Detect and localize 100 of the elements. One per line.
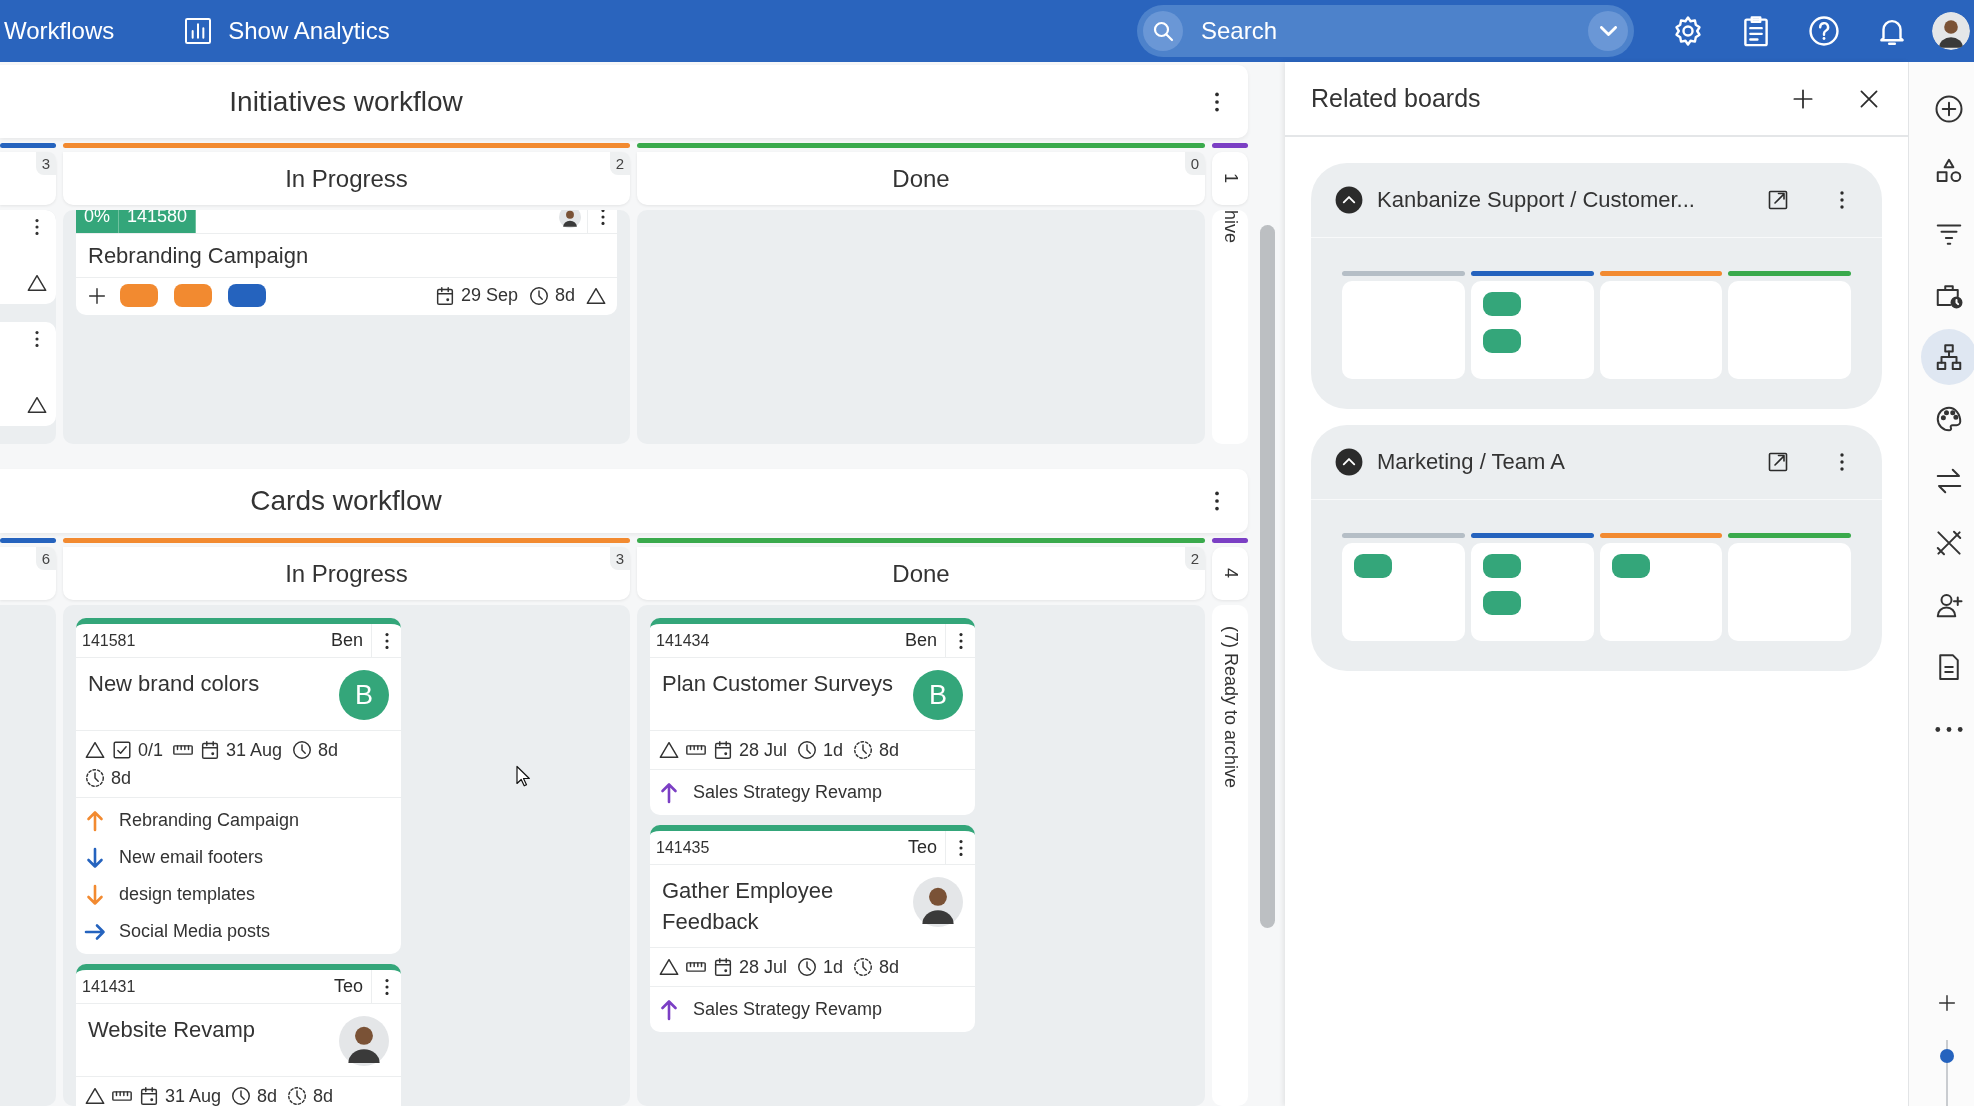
dashed-clock-icon xyxy=(84,767,106,789)
clock-icon xyxy=(527,284,550,307)
meta-text: 28 Jul xyxy=(739,739,788,761)
meta-text: 8d xyxy=(318,739,339,761)
meta-text: 8d xyxy=(257,1085,278,1106)
calendar-icon xyxy=(712,739,734,761)
collapse-icon[interactable] xyxy=(1335,448,1363,476)
task-card[interactable]: 141581 Ben New brand colors B 0/1 31 Aug 8d 8d Rebranding Campaign New email footers design templates Social Media posts xyxy=(76,618,401,954)
analytics-button[interactable]: Show Analytics xyxy=(182,15,390,47)
dashed-clock-icon xyxy=(852,956,875,978)
card-preview xyxy=(1354,554,1392,578)
card-id: 141580 xyxy=(119,210,197,233)
card-count: 0 xyxy=(1184,152,1205,175)
column-header[interactable]: 4 xyxy=(1212,547,1248,600)
progress-badge: 0% xyxy=(76,210,119,233)
card-count: 3 xyxy=(35,152,56,175)
external-link-icon[interactable] xyxy=(1766,450,1790,474)
column-header[interactable]: In Progress 2 xyxy=(63,152,630,205)
column-header[interactable]: 6 xyxy=(0,547,56,600)
linked-card-link[interactable]: New email footers xyxy=(119,847,264,868)
warning-icon xyxy=(658,739,680,761)
column-header[interactable]: Done 2 xyxy=(637,547,1205,600)
warning-icon xyxy=(84,1085,106,1106)
panel-title: Related boards xyxy=(1311,84,1481,113)
card-id: 141435 xyxy=(656,838,710,857)
card-count: 1 xyxy=(1219,173,1241,184)
workflow-title: Initiatives workflow xyxy=(228,85,464,118)
slider-thumb[interactable] xyxy=(1939,1049,1954,1063)
meta-text: 31 Aug xyxy=(226,739,283,761)
add-icon xyxy=(1933,94,1964,124)
meta-text: 8d xyxy=(313,1085,334,1106)
card-title: Website Revamp xyxy=(88,1016,256,1044)
card-preview xyxy=(1482,329,1521,353)
owner-name: Teo xyxy=(333,976,364,997)
meta-text: 8d xyxy=(879,739,900,761)
linked-card-link[interactable]: Sales Strategy Revamp xyxy=(693,999,883,1020)
card-preview xyxy=(1482,591,1521,615)
card-preview xyxy=(1482,554,1521,578)
column-title: In Progress xyxy=(285,164,408,193)
board-title[interactable]: Kanbanize Support / Customer... xyxy=(1377,187,1695,213)
card-title: Plan Customer Surveys xyxy=(662,670,894,698)
clock-icon xyxy=(796,956,819,978)
calendar-icon xyxy=(138,1085,160,1106)
column-header[interactable]: Done 0 xyxy=(637,152,1205,205)
checklist-icon xyxy=(111,739,133,761)
owner-name: Teo xyxy=(907,837,938,858)
card-preview xyxy=(1482,292,1521,316)
column-title: hive xyxy=(1219,210,1241,244)
owner-name: Ben xyxy=(904,630,938,651)
clock-icon xyxy=(796,739,819,761)
scrollbar[interactable] xyxy=(1260,225,1275,928)
avatar xyxy=(559,210,581,228)
meta-text: 1d xyxy=(823,956,844,978)
linked-card-link[interactable]: design templates xyxy=(119,884,256,905)
initiative-card[interactable]: 0% 141580 Rebranding Campaign 29 Sep 8d xyxy=(76,210,617,315)
card-id: 141431 xyxy=(82,977,136,996)
card-title: New brand colors xyxy=(88,670,260,698)
clock-icon xyxy=(230,1085,253,1106)
avatar xyxy=(339,1016,389,1066)
meta-text: 1d xyxy=(823,739,844,761)
user-avatar[interactable] xyxy=(1932,12,1970,50)
column-header[interactable]: 3 xyxy=(0,152,56,205)
column-title: Done xyxy=(892,559,950,588)
column-header[interactable]: 1 xyxy=(1212,152,1248,205)
column-title: In Progress xyxy=(285,559,408,588)
calendar-icon xyxy=(712,956,734,978)
collapse-icon[interactable] xyxy=(1335,186,1363,214)
card-title: Gather Employee Feedback xyxy=(662,877,835,936)
linked-card-link[interactable]: Social Media posts xyxy=(119,921,271,942)
linked-card-link[interactable]: Rebranding Campaign xyxy=(119,810,300,831)
workflow-title: Cards workflow xyxy=(249,485,443,517)
help-icon[interactable] xyxy=(1807,14,1841,48)
task-card[interactable]: 141434 Ben Plan Customer Surveys B 28 Jul 1d 8d Sales Strategy Revamp xyxy=(650,618,975,815)
card-count: 2 xyxy=(1184,547,1205,570)
meta-text: 29 Sep xyxy=(460,285,518,306)
search-field[interactable]: Search xyxy=(1137,5,1634,57)
card-count: 3 xyxy=(609,547,630,570)
chevron-down-icon xyxy=(1599,26,1617,36)
meta-text: 0/1 xyxy=(138,739,164,761)
more-icon xyxy=(1933,725,1964,733)
owner-name: Ben xyxy=(330,630,364,651)
card-preview xyxy=(1611,554,1650,578)
task-card[interactable]: 141435 Teo Gather Employee Feedback 28 Jul 1d 8d Sales Strategy Revamp xyxy=(650,825,975,1032)
avatar: B xyxy=(339,670,389,720)
task-card[interactable]: 141431 Teo Website Revamp 31 Aug 8d 8d xyxy=(76,964,401,1106)
card-count: 6 xyxy=(35,547,56,570)
column-header[interactable]: In Progress 3 xyxy=(63,547,630,600)
board-title[interactable]: Marketing / Team A xyxy=(1377,449,1565,475)
external-link-icon[interactable] xyxy=(1766,188,1790,212)
page-title[interactable]: Workflows xyxy=(4,17,115,45)
toolbar-button[interactable] xyxy=(1920,329,1974,385)
meta-text: 28 Jul xyxy=(739,956,788,978)
linked-card-link[interactable]: Sales Strategy Revamp xyxy=(693,782,883,803)
meta-text: 8d xyxy=(111,767,132,789)
warning-icon xyxy=(26,394,48,416)
avatar: B xyxy=(913,670,963,720)
dashed-clock-icon xyxy=(286,1085,309,1106)
card-id: 141581 xyxy=(82,631,136,650)
clock-icon xyxy=(291,739,314,761)
card-count: 4 xyxy=(1219,568,1241,579)
